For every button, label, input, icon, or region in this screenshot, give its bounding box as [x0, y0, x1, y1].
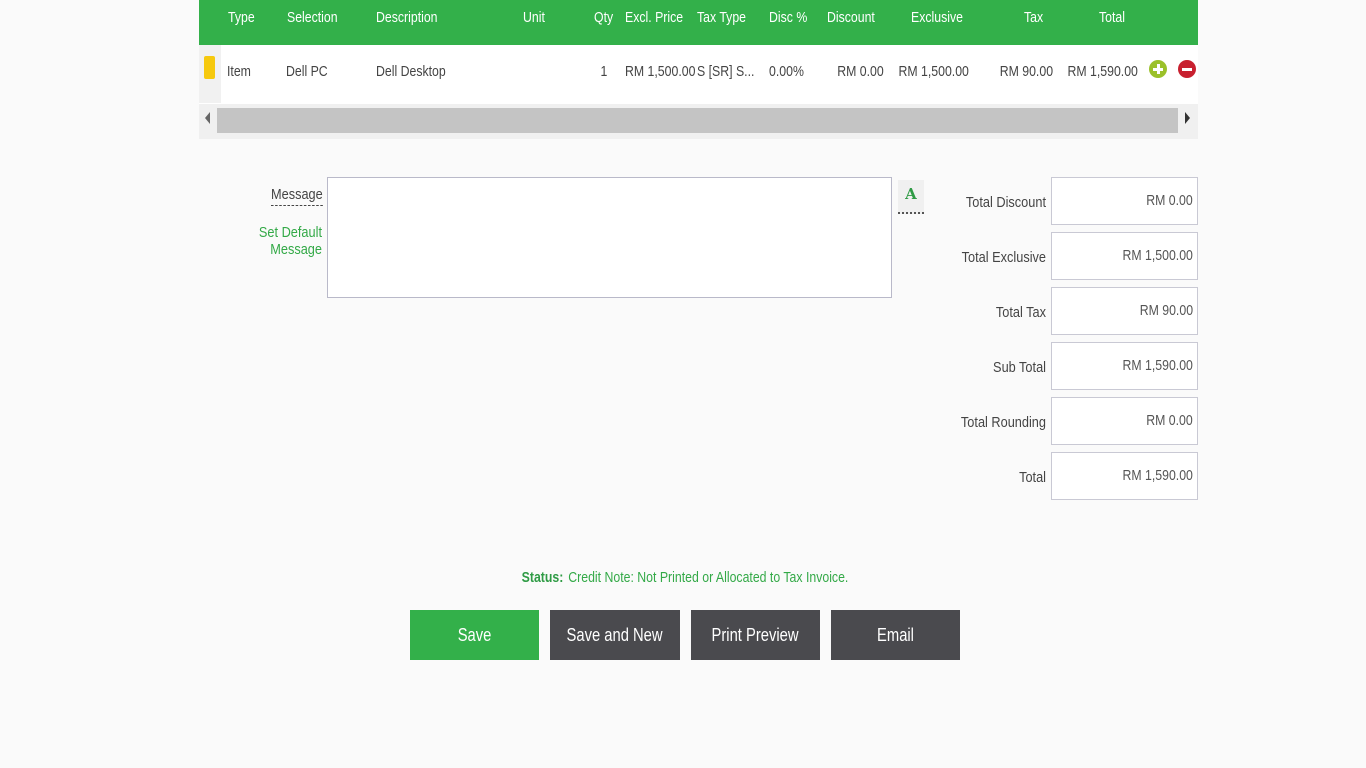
horizontal-scrollbar[interactable]	[199, 104, 1198, 139]
header-discount[interactable]: Discount	[827, 0, 875, 36]
save-and-new-button[interactable]: Save and New	[550, 610, 680, 660]
add-row-icon[interactable]	[1149, 60, 1167, 78]
set-default-message-link[interactable]: Set Default Message	[210, 224, 322, 258]
cell-total[interactable]: RM 1,590.00	[1068, 60, 1138, 84]
total-tax-label: Total Tax	[995, 304, 1046, 321]
header-total[interactable]: Total	[1099, 0, 1125, 36]
header-tax[interactable]: Tax	[1024, 0, 1043, 36]
header-selection[interactable]: Selection	[287, 0, 338, 36]
total-discount-label: Total Discount	[965, 194, 1046, 211]
header-unit[interactable]: Unit	[523, 0, 545, 36]
line-items-grid: Type Selection Description Unit Qty Excl…	[199, 0, 1198, 139]
header-exclusive[interactable]: Exclusive	[911, 0, 963, 36]
total-discount-field: RM 0.00	[1051, 177, 1198, 225]
cell-selection[interactable]: Dell PC	[286, 60, 328, 84]
status-text: Credit Note: Not Printed or Allocated to…	[568, 569, 849, 586]
scrollbar-thumb[interactable]	[217, 108, 1178, 133]
row-selector[interactable]	[199, 45, 221, 103]
cell-excl-price[interactable]: RM 1,500.00	[625, 60, 695, 84]
total-exclusive-label: Total Exclusive	[961, 249, 1046, 266]
header-tax-type[interactable]: Tax Type	[697, 0, 746, 36]
total-field: RM 1,590.00	[1051, 452, 1198, 500]
scroll-right-icon[interactable]	[1185, 112, 1190, 124]
email-button[interactable]: Email	[831, 610, 960, 660]
header-type[interactable]: Type	[228, 0, 255, 36]
total-rounding-label: Total Rounding	[960, 414, 1046, 431]
total-exclusive-field: RM 1,500.00	[1051, 232, 1198, 280]
header-disc-pct[interactable]: Disc %	[769, 0, 807, 36]
cell-disc-pct[interactable]: 0.00%	[769, 60, 804, 84]
grid-header: Type Selection Description Unit Qty Excl…	[199, 0, 1198, 45]
total-rounding-field[interactable]: RM 0.00	[1051, 397, 1198, 445]
save-button[interactable]: Save	[410, 610, 539, 660]
document-icon	[204, 56, 215, 79]
remove-row-icon[interactable]	[1178, 60, 1196, 78]
status-label: Status:	[521, 569, 564, 586]
sub-total-field: RM 1,590.00	[1051, 342, 1198, 390]
status-line: Status: Credit Note: Not Printed or Alloc…	[468, 569, 903, 586]
cell-discount[interactable]: RM 0.00	[838, 60, 884, 84]
scroll-left-icon[interactable]	[205, 112, 210, 124]
header-qty[interactable]: Qty	[594, 0, 613, 36]
cell-type[interactable]: Item	[227, 60, 251, 84]
total-tax-field: RM 90.00	[1051, 287, 1198, 335]
cell-qty[interactable]: 1	[600, 60, 607, 84]
cell-description[interactable]: Dell Desktop	[376, 60, 446, 84]
header-excl-price[interactable]: Excl. Price	[625, 0, 683, 36]
line-item-row[interactable]: Item Dell PC Dell Desktop 1 RM 1,500.00 …	[199, 45, 1198, 103]
message-textarea[interactable]	[327, 177, 892, 298]
sub-total-label: Sub Total	[993, 359, 1046, 376]
message-label: Message	[271, 186, 323, 206]
cell-tax-type[interactable]: S [SR] S...	[697, 60, 754, 84]
cell-tax[interactable]: RM 90.00	[1000, 60, 1053, 84]
print-preview-button[interactable]: Print Preview	[691, 610, 820, 660]
cell-exclusive[interactable]: RM 1,500.00	[899, 60, 969, 84]
header-description[interactable]: Description	[376, 0, 438, 36]
total-label: Total	[1019, 469, 1046, 486]
